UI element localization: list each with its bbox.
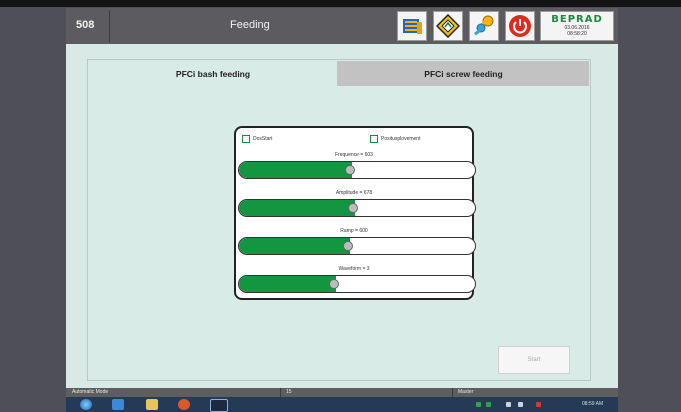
status-id: 15	[286, 389, 292, 395]
browser-icon[interactable]	[112, 399, 124, 410]
ramp-label: Ramp = 600	[340, 228, 368, 234]
status-mode: Automatic Mode	[72, 389, 109, 395]
brand-logo: BEPRAD	[551, 14, 603, 25]
status-divider	[280, 388, 281, 397]
top-bezel	[0, 0, 681, 7]
start-orb-icon[interactable]	[80, 399, 92, 410]
header-bar: 508 Feeding BEPRAD 03.06.2016 08:58:20	[66, 8, 618, 44]
checkbox-icon	[370, 135, 378, 143]
hmi-app-icon[interactable]	[210, 399, 228, 412]
positioning-checkbox[interactable]: Positusplovement	[370, 135, 420, 143]
media-player-icon[interactable]	[178, 399, 190, 410]
slider-fill	[239, 238, 350, 254]
amplitude-label: Amplitude = 678	[335, 190, 373, 196]
tab-bash-feeding[interactable]: PFCi bash feeding	[89, 61, 338, 86]
slider-fill	[239, 276, 336, 292]
windows-taskbar: 08:59 AM	[66, 397, 618, 412]
navigation-diamond-icon	[436, 14, 460, 38]
dosstart-checkbox[interactable]: DosStart	[242, 135, 272, 143]
status-bar: Automatic Mode 15 Master	[66, 388, 618, 397]
navigation-button[interactable]	[433, 11, 463, 41]
waveform-label: Waveform = 3	[338, 266, 370, 272]
slider-handle[interactable]	[328, 279, 339, 289]
tray-status-icon[interactable]	[486, 402, 491, 407]
tray-volume-icon[interactable]	[518, 402, 523, 407]
notebook-button[interactable]	[397, 11, 427, 41]
keys-button[interactable]	[469, 11, 499, 41]
folder-icon[interactable]	[146, 399, 158, 410]
feeder-control-box: DosStart Positusplovement Frequence = 60…	[234, 126, 476, 300]
screen-number: 508	[76, 19, 95, 31]
status-user: Master	[458, 389, 474, 395]
brand-panel: BEPRAD 03.06.2016 08:58:20	[540, 11, 614, 41]
amplitude-slider[interactable]	[238, 199, 476, 217]
tray-alert-icon[interactable]	[536, 402, 541, 407]
feeding-panel: PFCi bash feeding PFCi screw feeding Dos…	[87, 59, 591, 381]
brand-time: 08:58:20	[567, 31, 587, 37]
slider-handle[interactable]	[345, 165, 356, 175]
checkbox-icon	[242, 135, 250, 143]
slider-fill	[239, 200, 355, 216]
checkbox-label: Positusplovement	[381, 136, 421, 142]
header-divider	[109, 10, 110, 42]
page-title: Feeding	[230, 19, 270, 31]
slider-handle[interactable]	[347, 203, 358, 213]
checkbox-label: DosStart	[253, 136, 273, 142]
frequence-label: Frequence = 603	[335, 152, 373, 158]
waveform-slider[interactable]	[238, 275, 476, 293]
power-button[interactable]	[505, 11, 535, 41]
hmi-screen: 508 Feeding BEPRAD 03.06.2016 08:58:20 P…	[66, 8, 618, 390]
slider-handle[interactable]	[342, 241, 353, 251]
power-icon	[509, 15, 531, 37]
keys-icon	[474, 15, 494, 36]
start-button[interactable]: Start	[498, 346, 570, 374]
tab-screw-feeding[interactable]: PFCi screw feeding	[338, 61, 589, 86]
tray-status-icon[interactable]	[476, 402, 481, 407]
slider-fill	[239, 162, 353, 178]
tray-clock[interactable]: 08:59 AM	[582, 401, 603, 407]
status-divider	[452, 388, 453, 397]
frequence-slider[interactable]	[238, 161, 476, 179]
tray-network-icon[interactable]	[506, 402, 511, 407]
notebook-icon	[403, 19, 422, 34]
ramp-slider[interactable]	[238, 237, 476, 255]
